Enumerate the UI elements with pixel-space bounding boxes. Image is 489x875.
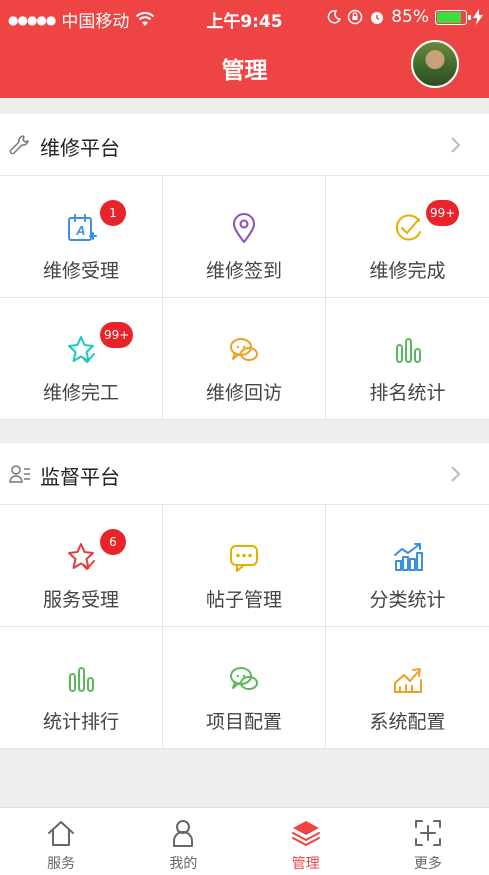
check-circle-icon bbox=[395, 214, 421, 241]
nav-bar: 管理 bbox=[0, 36, 489, 98]
grid-item-label: 维修完工 bbox=[42, 382, 119, 404]
tab-label: 我的 bbox=[169, 856, 198, 872]
grid-item[interactable]: A 1 维修受理 bbox=[0, 176, 163, 298]
bar-trend-chart-icon bbox=[393, 543, 423, 571]
location-pin-icon bbox=[233, 213, 255, 243]
grid-item[interactable]: 项目配置 bbox=[163, 627, 326, 749]
tab-bar: 服务 我的 管理 更多 bbox=[0, 807, 489, 875]
battery-icon bbox=[435, 9, 471, 25]
calendar-icon: A bbox=[68, 214, 97, 241]
grid-item[interactable]: 6 服务受理 bbox=[0, 505, 163, 627]
section-supervision-platform: 监督平台 6 服务受理 帖子管理 分类统计统计排行 项目配置 系统配置 bbox=[0, 443, 489, 749]
chat-bubbles-icon bbox=[230, 338, 258, 361]
notification-badge: 1 bbox=[100, 200, 126, 226]
grid-item[interactable]: 统计排行 bbox=[0, 627, 163, 749]
tab-0[interactable]: 服务 bbox=[0, 808, 122, 875]
section-title: 维修平台 bbox=[40, 136, 120, 160]
home-icon bbox=[48, 821, 75, 846]
grid-item[interactable]: 99+ 维修完成 bbox=[326, 176, 489, 298]
person-list-icon bbox=[9, 465, 30, 483]
section-repair-platform: 维修平台 A 1 维修受理 维修签到 99+ 维修完成 99+ 维修完工 维修回访 排名统计 bbox=[0, 114, 489, 420]
section-header[interactable]: 监督平台 bbox=[0, 443, 489, 505]
grid-item-label: 系统配置 bbox=[369, 711, 446, 733]
function-grid: 6 服务受理 帖子管理 分类统计统计排行 项目配置 系统配置 bbox=[0, 505, 489, 749]
tab-label: 服务 bbox=[47, 856, 76, 872]
avatar[interactable] bbox=[411, 40, 459, 88]
grid-item[interactable]: 分类统计 bbox=[326, 505, 489, 627]
grid-item-label: 维修完成 bbox=[369, 260, 446, 282]
moon-icon bbox=[327, 10, 342, 24]
grid-item-label: 服务受理 bbox=[42, 589, 119, 611]
grid-item-label: 统计排行 bbox=[42, 711, 119, 733]
layers-icon bbox=[291, 821, 320, 846]
section-header[interactable]: 维修平台 bbox=[0, 114, 489, 176]
charging-icon bbox=[473, 9, 483, 25]
grid-item[interactable]: 帖子管理 bbox=[163, 505, 326, 627]
function-grid: A 1 维修受理 维修签到 99+ 维修完成 99+ 维修完工 维修回访 排名统计 bbox=[0, 176, 489, 420]
grid-item-label: 维修回访 bbox=[205, 382, 282, 404]
grid-item[interactable]: 99+ 维修完工 bbox=[0, 298, 163, 420]
chat-dots-icon bbox=[230, 545, 258, 572]
grid-item-label: 维修受理 bbox=[42, 260, 119, 282]
notification-badge: 99+ bbox=[426, 200, 460, 226]
chat-bubbles-icon bbox=[230, 667, 258, 690]
grid-item[interactable]: 排名统计 bbox=[326, 298, 489, 420]
star-check-icon bbox=[68, 336, 95, 363]
notification-badge: 6 bbox=[100, 529, 126, 555]
chevron-right-icon bbox=[451, 466, 461, 482]
tab-label: 管理 bbox=[291, 856, 320, 872]
alarm-icon bbox=[371, 12, 384, 24]
chevron-right-icon bbox=[451, 137, 461, 153]
tab-label: 更多 bbox=[413, 856, 442, 872]
orientation-lock-icon bbox=[347, 9, 363, 25]
grid-item[interactable]: 系统配置 bbox=[326, 627, 489, 749]
star-check-icon bbox=[68, 543, 95, 570]
section-title: 监督平台 bbox=[40, 465, 120, 489]
svg-text:A: A bbox=[75, 223, 85, 238]
tab-1[interactable]: 我的 bbox=[122, 808, 244, 875]
wrench-icon bbox=[9, 135, 29, 155]
grid-item-label: 项目配置 bbox=[205, 711, 282, 733]
trend-arrow-icon bbox=[393, 668, 422, 693]
user-icon bbox=[173, 820, 194, 847]
status-bar: ●●●●● 中国移动 上午9:45 85% bbox=[0, 0, 489, 36]
tab-3[interactable]: 更多 bbox=[367, 808, 489, 875]
grid-item-label: 排名统计 bbox=[369, 382, 446, 404]
tab-2[interactable]: 管理 bbox=[245, 808, 367, 875]
bar-chart-icon bbox=[69, 667, 94, 692]
bar-chart-icon bbox=[395, 338, 421, 363]
battery-percent: 85% bbox=[391, 7, 429, 27]
add-frame-icon bbox=[414, 820, 441, 846]
grid-item[interactable]: 维修回访 bbox=[163, 298, 326, 420]
grid-item-label: 帖子管理 bbox=[205, 589, 282, 611]
grid-item-label: 分类统计 bbox=[369, 589, 446, 611]
notification-badge: 99+ bbox=[100, 322, 134, 348]
grid-item-label: 维修签到 bbox=[205, 260, 282, 282]
grid-item[interactable]: 维修签到 bbox=[163, 176, 326, 298]
